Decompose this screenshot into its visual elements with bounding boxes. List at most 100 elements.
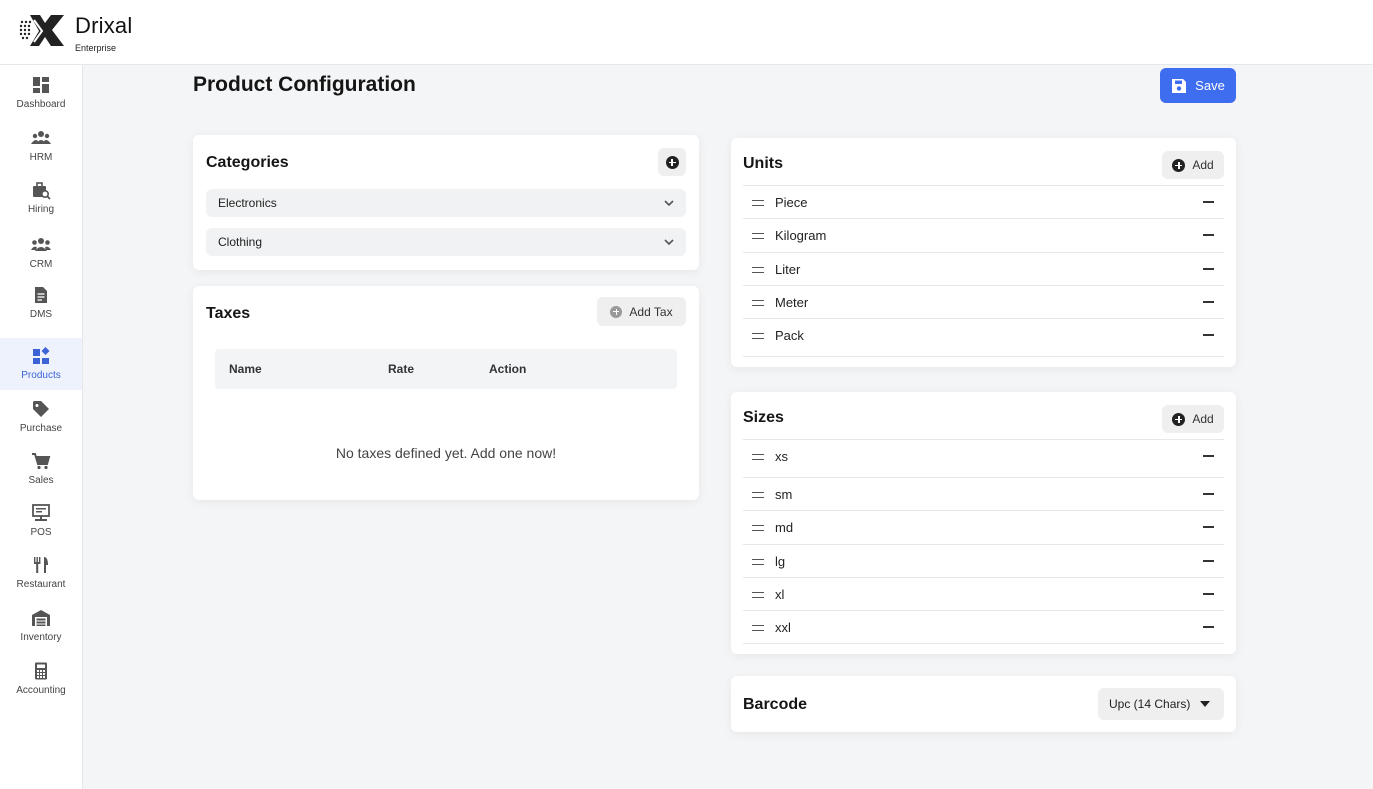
size-row[interactable]: md (743, 510, 1224, 543)
size-label: xl (775, 587, 785, 602)
sidebar-item-crm[interactable]: CRM (0, 235, 82, 287)
sidebar-item-sales[interactable]: Sales (0, 451, 82, 503)
remove-unit-button[interactable] (1203, 268, 1214, 270)
unit-row[interactable]: Pack (743, 318, 1224, 351)
chevron-down-icon (664, 200, 674, 207)
sidebar-item-inventory[interactable]: Inventory (0, 608, 82, 660)
drag-handle-icon[interactable] (752, 233, 764, 239)
sidebar-item-purchase[interactable]: Purchase (0, 399, 82, 451)
drag-handle-icon[interactable] (752, 559, 764, 565)
category-item-clothing[interactable]: Clothing (206, 228, 686, 256)
add-unit-button[interactable]: Add (1162, 151, 1224, 179)
drixal-logo-icon[interactable] (18, 12, 66, 48)
tag-icon (33, 401, 49, 417)
sizes-card: Sizes Add xs sm md lg xl xxl (731, 392, 1236, 654)
add-size-button[interactable]: Add (1162, 405, 1224, 433)
unit-label: Pack (775, 328, 804, 343)
category-item-electronics[interactable]: Electronics (206, 189, 686, 217)
drag-handle-icon[interactable] (752, 525, 764, 531)
size-label: xxl (775, 620, 791, 635)
plus-circle-icon (610, 305, 623, 318)
remove-size-button[interactable] (1203, 626, 1214, 628)
size-row[interactable]: xxl (743, 610, 1224, 643)
size-label: md (775, 520, 794, 535)
sidebar-item-hiring[interactable]: Hiring (0, 180, 82, 232)
size-row[interactable]: xs (743, 439, 1224, 472)
remove-unit-button[interactable] (1203, 334, 1214, 336)
pos-terminal-icon (32, 504, 50, 521)
brand-name: Drixal (75, 13, 133, 38)
remove-unit-button[interactable] (1203, 201, 1214, 203)
sidebar-item-dashboard[interactable]: Dashboard (0, 75, 82, 127)
widgets-icon (33, 347, 50, 364)
remove-size-button[interactable] (1203, 493, 1214, 495)
unit-row[interactable]: Kilogram (743, 218, 1224, 251)
size-label: lg (775, 554, 786, 569)
remove-size-button[interactable] (1203, 455, 1214, 457)
sidebar-item-label: Hiring (27, 204, 55, 215)
remove-size-button[interactable] (1203, 526, 1214, 528)
units-card: Units Add Piece Kilogram Liter Meter Pac… (731, 138, 1236, 367)
unit-label: Kilogram (775, 228, 827, 243)
drag-handle-icon[interactable] (752, 454, 764, 460)
size-row[interactable]: sm (743, 477, 1224, 510)
document-icon (35, 287, 47, 303)
barcode-type-select[interactable]: Upc (14 Chars) (1098, 688, 1224, 720)
sidebar-item-label: Accounting (16, 685, 66, 696)
sidebar: Dashboard HRM Hiring CRM DMS Products Pu… (0, 65, 83, 789)
drag-handle-icon[interactable] (752, 267, 764, 273)
plus-circle-icon (1172, 412, 1186, 426)
size-row[interactable]: lg (743, 544, 1224, 577)
category-label: Clothing (218, 235, 263, 249)
unit-row[interactable]: Meter (743, 285, 1224, 318)
sidebar-item-restaurant[interactable]: Restaurant (0, 555, 82, 607)
cart-icon (32, 453, 51, 470)
add-category-button[interactable] (658, 148, 686, 176)
sidebar-item-dms[interactable]: DMS (0, 285, 82, 337)
remove-unit-button[interactable] (1203, 234, 1214, 236)
remove-unit-button[interactable] (1203, 301, 1214, 303)
unit-label: Piece (775, 195, 808, 210)
drag-handle-icon[interactable] (752, 300, 764, 306)
sidebar-item-label: DMS (29, 309, 53, 320)
sidebar-item-label: POS (30, 527, 52, 538)
remove-size-button[interactable] (1203, 560, 1214, 562)
sidebar-item-label: Products (21, 370, 61, 381)
unit-row[interactable]: Liter (743, 252, 1224, 285)
sidebar-item-pos[interactable]: POS (0, 503, 82, 555)
taxes-title: Taxes (206, 305, 251, 322)
people-icon (31, 131, 51, 144)
taxes-card: Taxes Add Tax Name Rate Action No taxes … (193, 286, 699, 500)
size-label: sm (775, 487, 793, 502)
add-tax-button[interactable]: Add Tax (597, 297, 686, 326)
remove-size-button[interactable] (1203, 593, 1214, 595)
size-row[interactable]: xl (743, 577, 1224, 610)
dashboard-icon (33, 77, 49, 93)
barcode-title: Barcode (743, 696, 808, 713)
sidebar-item-hrm[interactable]: HRM (0, 128, 82, 180)
drag-handle-icon[interactable] (752, 592, 764, 598)
chevron-down-icon (664, 239, 674, 246)
drag-handle-icon[interactable] (752, 492, 764, 498)
barcode-type-value: Upc (14 Chars) (1109, 697, 1191, 711)
sidebar-item-label: HRM (29, 152, 53, 163)
drag-handle-icon[interactable] (752, 200, 764, 206)
taxes-empty-message: No taxes defined yet. Add one now! (335, 445, 557, 461)
column-header-name: Name (229, 362, 262, 376)
categories-card: Categories Electronics Clothing (193, 135, 699, 270)
add-tax-label: Add Tax (629, 304, 673, 319)
caret-down-icon (1200, 701, 1210, 707)
drag-handle-icon[interactable] (752, 333, 764, 339)
save-button[interactable]: Save (1160, 68, 1236, 103)
save-button-label: Save (1195, 78, 1225, 93)
drag-handle-icon[interactable] (752, 625, 764, 631)
brand-subtitle: Enterprise (75, 43, 117, 53)
unit-row[interactable]: Piece (743, 185, 1224, 218)
briefcase-search-icon (33, 182, 51, 200)
sidebar-item-label: Dashboard (16, 99, 66, 110)
sidebar-item-products[interactable]: Products (0, 338, 82, 390)
fork-knife-icon (34, 557, 48, 573)
group-icon (31, 238, 51, 251)
sidebar-item-accounting[interactable]: Accounting (0, 661, 82, 713)
unit-label: Liter (775, 262, 801, 277)
